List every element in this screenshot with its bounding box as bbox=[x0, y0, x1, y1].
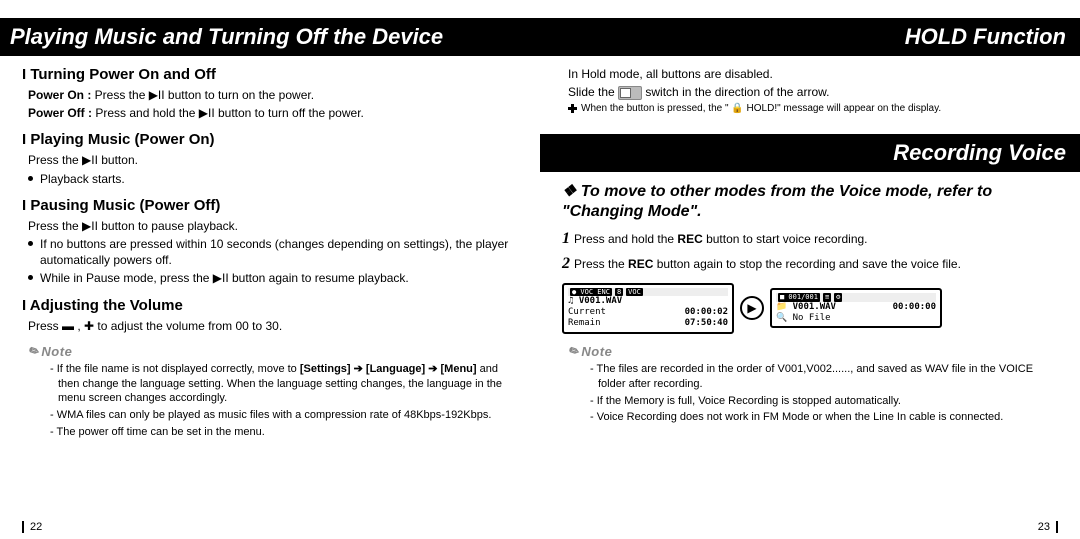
title-bar-recording: Recording Voice bbox=[540, 134, 1080, 172]
note-right-2: - If the Memory is full, Voice Recording… bbox=[588, 394, 1058, 409]
pausing-line: Press the ▶II button to pause playback. bbox=[28, 218, 518, 234]
step-1: 1Press and hold the REC button to start … bbox=[562, 228, 1058, 250]
title-bar-hold: HOLD Function bbox=[540, 18, 1080, 56]
mode-change-callout: ❖ To move to other modes from the Voice … bbox=[562, 182, 1058, 222]
power-off-line: Power Off : Press and hold the ▶II butto… bbox=[28, 105, 518, 121]
hold-line-3: When the button is pressed, the " 🔒 HOLD… bbox=[568, 102, 1058, 116]
note-left-3: - The power off time can be set in the m… bbox=[48, 425, 518, 440]
h-playing-music: Playing Music (Power On) bbox=[22, 131, 518, 148]
page-number-left: 22 bbox=[22, 521, 42, 533]
hold-switch-icon bbox=[618, 86, 642, 100]
note-left-1: - If the file name is not displayed corr… bbox=[48, 362, 518, 407]
note-label-left: ✎Note bbox=[28, 344, 518, 360]
pausing-bullet-auto-off: If no buttons are pressed within 10 seco… bbox=[28, 236, 518, 268]
playing-bullet-playback: Playback starts. bbox=[28, 171, 518, 187]
power-on-line: Power On : Press the ▶II button to turn … bbox=[28, 87, 518, 103]
h-adjusting-volume: Adjusting the Volume bbox=[22, 297, 518, 314]
page-number-right: 23 bbox=[1038, 521, 1058, 533]
lcd-recording: ● VOC ENC8VOC ♫ V001.WAV Current00:00:02… bbox=[562, 283, 734, 334]
title-hold: HOLD Function bbox=[905, 24, 1066, 50]
pausing-bullet-resume: While in Pause mode, press the ▶II butto… bbox=[28, 270, 518, 286]
hold-line-2: Slide the switch in the direction of the… bbox=[568, 84, 1058, 100]
note-label-right: ✎Note bbox=[568, 344, 1058, 360]
step-2: 2Press the REC button again to stop the … bbox=[562, 253, 1058, 275]
note-left-2: - WMA files can only be played as music … bbox=[48, 408, 518, 423]
lcd-saved: ■ 001/001≡⚙ 📁 V001.WAV00:00:00 🔍 No File bbox=[770, 288, 942, 328]
playing-line: Press the ▶II button. bbox=[28, 152, 518, 168]
hold-line-1: In Hold mode, all buttons are disabled. bbox=[568, 66, 1058, 82]
cross-icon bbox=[568, 104, 577, 113]
note-right-1: - The files are recorded in the order of… bbox=[588, 362, 1058, 392]
volume-line: Press ▬ , ✚ to adjust the volume from 00… bbox=[28, 318, 518, 334]
arrow-right-icon: ▶ bbox=[740, 296, 764, 320]
title-recording: Recording Voice bbox=[893, 140, 1066, 166]
title-bar-left: Playing Music and Turning Off the Device bbox=[0, 18, 540, 56]
h-turning-power: Turning Power On and Off bbox=[22, 66, 518, 83]
title-left: Playing Music and Turning Off the Device bbox=[10, 24, 443, 50]
recorder-graphic: ● VOC ENC8VOC ♫ V001.WAV Current00:00:02… bbox=[562, 283, 1058, 334]
note-right-3: - Voice Recording does not work in FM Mo… bbox=[588, 410, 1058, 425]
h-pausing-music: Pausing Music (Power Off) bbox=[22, 197, 518, 214]
